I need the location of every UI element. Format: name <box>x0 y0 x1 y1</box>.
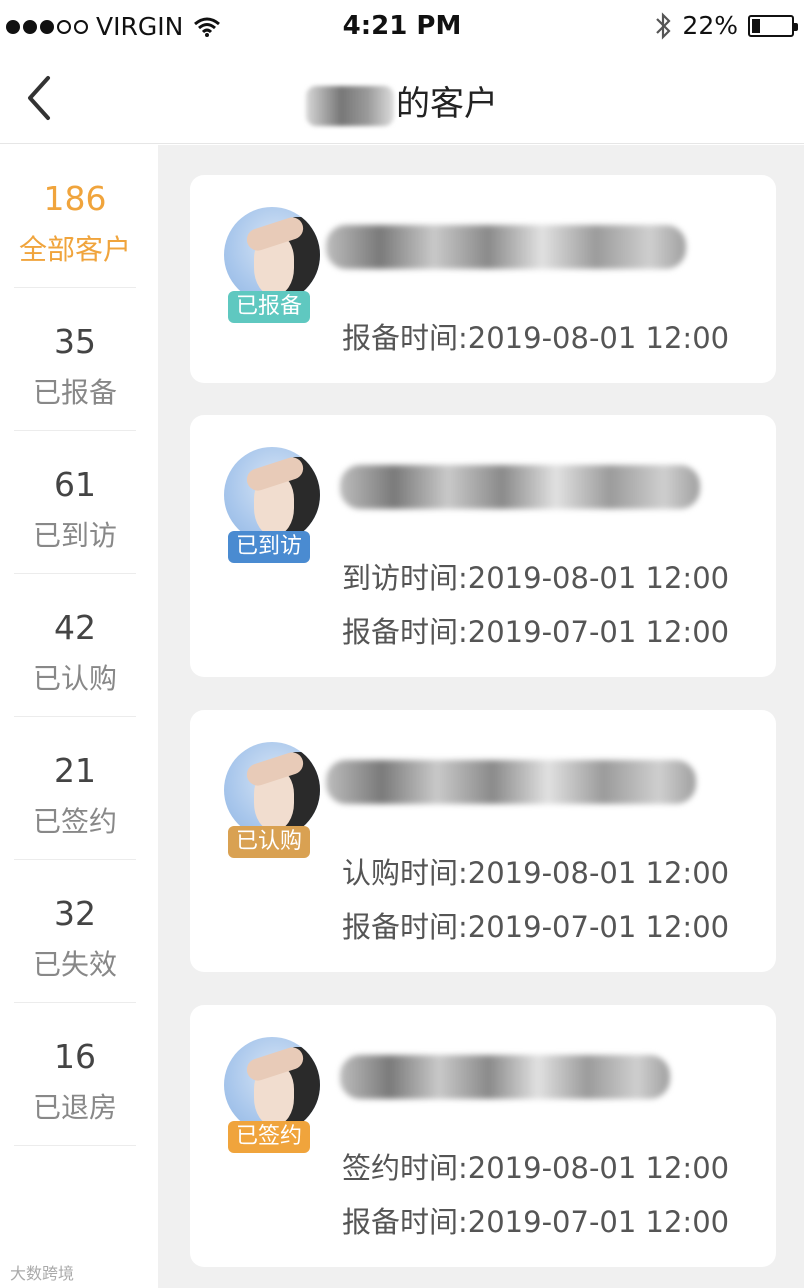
redacted-customer-name <box>326 760 696 804</box>
sidebar-item-label: 已认购 <box>32 662 117 695</box>
time-line: 认购时间:2019-08-01 12:00 <box>342 856 730 890</box>
sidebar-item-count: 32 <box>54 894 96 933</box>
redacted-customer-name <box>340 465 700 509</box>
sidebar-item-label: 已报备 <box>32 376 117 409</box>
sidebar-item-count: 16 <box>54 1037 96 1076</box>
nav-bar: 的客户 <box>0 52 804 144</box>
redacted-customer-name <box>340 1055 670 1099</box>
status-right: 22% <box>654 11 798 40</box>
status-filter-sidebar: 186 全部客户 35 已报备 61 已到访 42 已认购 21 已签约 32 … <box>0 145 158 1288</box>
customer-card[interactable]: 已报备 报备时间:2019-08-01 12:00 <box>190 175 776 383</box>
time-line: 报备时间:2019-07-01 12:00 <box>342 1205 730 1239</box>
sidebar-item-signed[interactable]: 21 已签约 <box>14 717 136 860</box>
time-line: 到访时间:2019-08-01 12:00 <box>342 561 730 595</box>
sidebar-item-refunded[interactable]: 16 已退房 <box>14 1003 136 1146</box>
page-title: 的客户 <box>0 76 804 126</box>
customer-card[interactable]: 已到访 到访时间:2019-08-01 12:00 报备时间:2019-07-0… <box>190 415 776 677</box>
customer-card[interactable]: 已认购 认购时间:2019-08-01 12:00 报备时间:2019-07-0… <box>190 710 776 972</box>
avatar <box>224 1037 320 1133</box>
customer-card[interactable]: 已签约 签约时间:2019-08-01 12:00 报备时间:2019-07-0… <box>190 1005 776 1267</box>
time-line: 报备时间:2019-07-01 12:00 <box>342 910 730 944</box>
sidebar-item-label: 已失效 <box>32 948 117 981</box>
redacted-name <box>306 85 394 126</box>
customer-list: 已报备 报备时间:2019-08-01 12:00 已到访 到访时间:2019-… <box>158 145 804 1288</box>
sidebar-item-count: 21 <box>54 751 96 790</box>
redacted-customer-name <box>326 225 686 269</box>
sidebar-item-count: 61 <box>54 465 96 504</box>
status-badge: 已认购 <box>228 826 311 858</box>
sidebar-item-reported[interactable]: 35 已报备 <box>14 288 136 431</box>
sidebar-item-count: 186 <box>43 179 107 218</box>
battery-percent: 22% <box>682 11 738 40</box>
page-title-suffix: 的客户 <box>396 84 498 124</box>
status-badge: 已报备 <box>228 291 311 323</box>
status-bar: VIRGIN 4:21 PM 22% <box>0 0 804 52</box>
time-line: 报备时间:2019-07-01 12:00 <box>342 615 730 649</box>
avatar <box>224 447 320 543</box>
sidebar-item-subscribed[interactable]: 42 已认购 <box>14 574 136 717</box>
status-badge: 已到访 <box>228 531 311 563</box>
time-line: 报备时间:2019-08-01 12:00 <box>342 321 730 355</box>
time-line: 签约时间:2019-08-01 12:00 <box>342 1151 730 1185</box>
sidebar-item-expired[interactable]: 32 已失效 <box>14 860 136 1003</box>
sidebar-item-count: 42 <box>54 608 96 647</box>
sidebar-item-label: 已到访 <box>32 519 117 552</box>
sidebar-item-label: 已签约 <box>32 805 117 838</box>
sidebar-item-visited[interactable]: 61 已到访 <box>14 431 136 574</box>
avatar <box>224 207 320 303</box>
avatar <box>224 742 320 838</box>
bluetooth-icon <box>656 11 671 40</box>
status-badge: 已签约 <box>228 1121 311 1153</box>
sidebar-item-label: 全部客户 <box>18 233 131 266</box>
sidebar-item-count: 35 <box>54 322 96 361</box>
battery-icon <box>748 14 798 37</box>
watermark: 大数跨境 <box>10 1264 75 1283</box>
sidebar-item-all[interactable]: 186 全部客户 <box>14 145 136 288</box>
sidebar-item-label: 已退房 <box>32 1091 117 1124</box>
